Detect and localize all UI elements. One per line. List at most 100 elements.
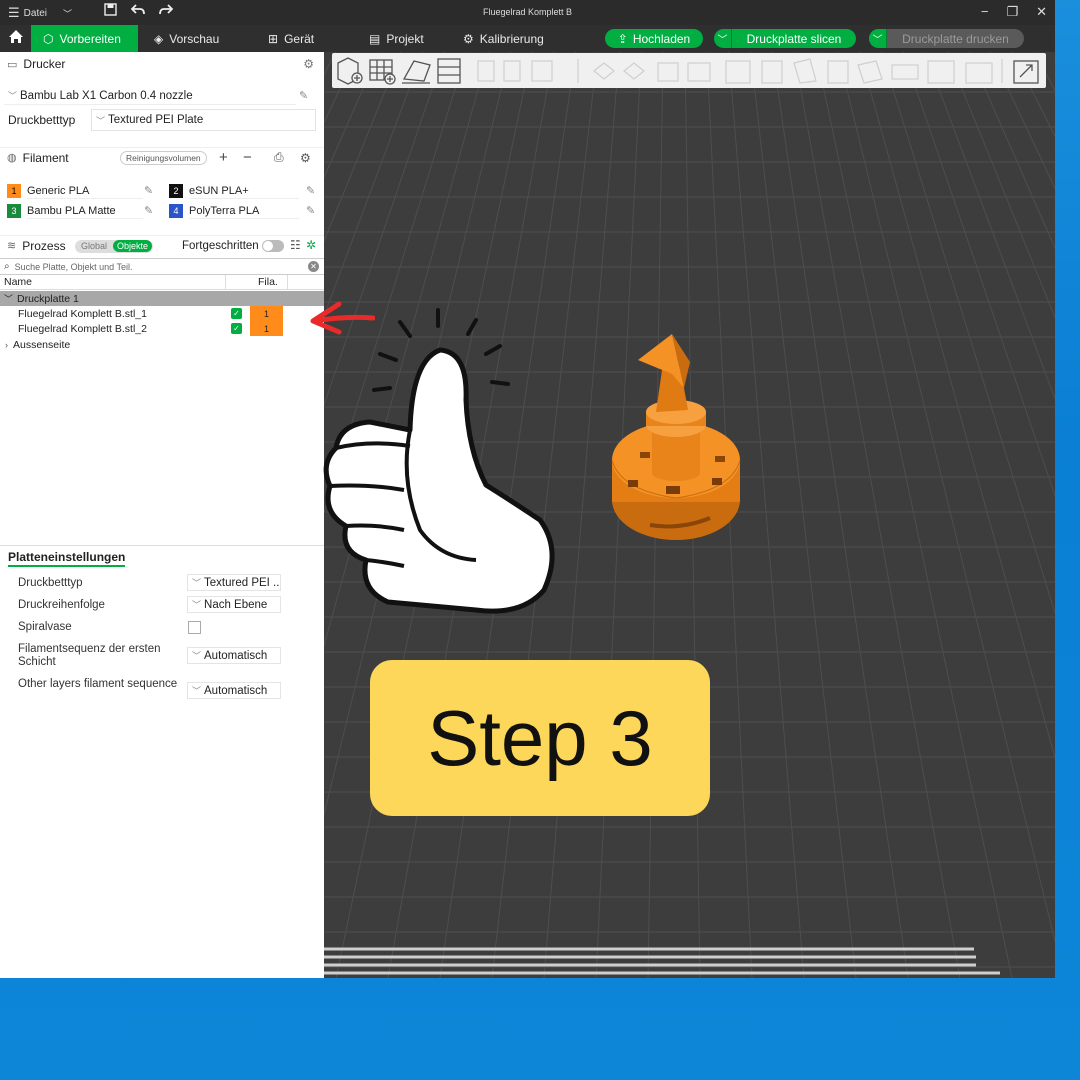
object-filament-chip[interactable]: 1	[250, 306, 283, 321]
home-button[interactable]	[0, 25, 31, 52]
other-layers-sequence-setting[interactable]: ﹀ Automatisch	[187, 682, 281, 699]
process-tune-icon[interactable]: ✲	[306, 238, 316, 252]
filament-number: 2	[169, 184, 183, 198]
chevron-down-icon[interactable]: ﹀	[4, 292, 13, 305]
remove-filament-icon[interactable]: −	[243, 149, 252, 166]
upload-button[interactable]: ⇪ Hochladen	[605, 29, 703, 48]
print-dropdown-icon[interactable]: ﹀	[869, 29, 887, 48]
advanced-label: Fortgeschritten	[182, 239, 259, 252]
first-layer-sequence-setting[interactable]: ﹀ Automatisch	[187, 647, 281, 664]
filament-name: eSUN PLA+	[189, 183, 299, 199]
maximize-icon[interactable]: ❐	[1006, 4, 1018, 20]
tab-calibration-label: Kalibrierung	[479, 31, 544, 46]
tab-preview[interactable]: ◈ Vorschau	[142, 25, 231, 52]
device-icon: ⊞	[268, 31, 279, 46]
printer-settings-icon[interactable]: ⚙	[303, 57, 314, 71]
flush-volume-button[interactable]: Reinigungsvolumen	[120, 151, 207, 165]
window-title: Fluegelrad Komplett B	[482, 7, 573, 17]
edit-filament-icon[interactable]: ✎	[306, 204, 315, 217]
process-icon: ≋	[7, 240, 17, 252]
printer-name: Bambu Lab X1 Carbon 0.4 nozzle	[20, 89, 193, 102]
setting-value: Nach Ebene	[204, 598, 268, 611]
disabled-tools-icon	[477, 58, 1003, 84]
assembly-view-icon[interactable]	[1013, 60, 1039, 84]
bed-type-label: Druckbetttyp	[8, 113, 76, 127]
plate-settings-title[interactable]: Platteneinstellungen	[8, 550, 126, 567]
printer-select[interactable]: ﹀ Bambu Lab X1 Carbon 0.4 nozzle	[4, 87, 296, 105]
tab-project[interactable]: ▤ Projekt	[357, 25, 436, 52]
minimize-icon[interactable]: −	[981, 4, 989, 20]
thumbs-up-illustration	[323, 308, 555, 614]
plate-row[interactable]: ﹀ Druckplatte 1	[0, 291, 324, 306]
chevron-down-icon: ﹀	[192, 600, 202, 610]
filament-item-2[interactable]: 2 eSUN PLA+	[169, 183, 299, 199]
visible-checkbox[interactable]: ✓	[231, 323, 242, 334]
col-name: Name	[4, 276, 33, 288]
print-plate-button[interactable]: ﹀ Druckplatte drucken	[869, 29, 1024, 48]
tab-device-label: Gerät	[284, 31, 315, 46]
object-search[interactable]: ⌕ Suche Platte, Objekt und Teil. ✕	[0, 258, 324, 275]
step-badge: Step 3	[370, 660, 710, 816]
cube-icon: ⬡	[43, 31, 54, 46]
advanced-toggle[interactable]	[262, 240, 284, 252]
object-filament-chip[interactable]: 1	[250, 321, 283, 336]
edit-printer-icon[interactable]: ✎	[299, 89, 308, 102]
viewport-toolbar	[332, 53, 1046, 88]
filament-name: PolyTerra PLA	[189, 203, 299, 219]
edit-filament-icon[interactable]: ✎	[144, 204, 153, 217]
tab-prepare[interactable]: ⬡ Vorbereiten	[31, 25, 138, 52]
step-label: Step 3	[427, 693, 653, 782]
slice-plate-button[interactable]: ﹀ Druckplatte slicen	[714, 29, 856, 48]
filament-name: Bambu PLA Matte	[27, 203, 143, 219]
objects-toggle[interactable]: Objekte	[113, 240, 153, 252]
filament-sync-icon[interactable]: ⎙	[274, 150, 284, 165]
clear-search-icon[interactable]: ✕	[308, 261, 319, 272]
filament-header-label: Filament	[22, 150, 69, 165]
add-plate-icon[interactable]	[369, 59, 396, 85]
auto-orient-icon[interactable]	[402, 60, 431, 84]
tab-calibration[interactable]: ⚙ Kalibrierung	[451, 25, 556, 52]
layers-icon: ◈	[154, 31, 164, 46]
visible-checkbox[interactable]: ✓	[231, 308, 242, 319]
edit-filament-icon[interactable]: ✎	[144, 184, 153, 197]
edit-filament-icon[interactable]: ✎	[306, 184, 315, 197]
setting-label: Spiralvase	[18, 621, 72, 633]
upload-label: Hochladen	[632, 31, 691, 46]
col-filament: Fila.	[258, 276, 278, 288]
tab-device[interactable]: ⊞ Gerät	[256, 25, 326, 52]
add-filament-icon[interactable]: +	[219, 149, 228, 166]
close-icon[interactable]: ✕	[1036, 4, 1047, 20]
object-name: Fluegelrad Komplett B.stl_1	[18, 307, 147, 320]
arrange-icon[interactable]	[437, 58, 461, 84]
upload-icon: ⇪	[617, 31, 628, 46]
global-toggle[interactable]: Global	[81, 241, 107, 251]
print-sequence-setting[interactable]: ﹀ Nach Ebene	[187, 596, 281, 613]
filament-item-1[interactable]: 1 Generic PLA	[7, 183, 143, 199]
3d-model-impeller[interactable]	[600, 330, 750, 545]
object-row[interactable]: Fluegelrad Komplett B.stl_2 ✓ 1	[0, 321, 324, 336]
plate-label: Druckplatte 1	[17, 292, 79, 305]
print-plate-label: Druckplatte drucken	[902, 31, 1009, 46]
chevron-right-icon[interactable]: ›	[5, 340, 8, 350]
add-object-icon[interactable]	[337, 57, 363, 85]
process-list-icon[interactable]: ☷	[290, 238, 301, 252]
tab-prepare-label: Vorbereiten	[59, 31, 121, 46]
printer-header-label: Drucker	[23, 57, 66, 71]
slice-dropdown-icon[interactable]: ﹀	[714, 29, 732, 48]
chevron-down-icon: ﹀	[96, 115, 106, 126]
spiral-vase-checkbox[interactable]	[188, 621, 201, 634]
bed-type-select[interactable]: ﹀ Textured PEI Plate	[91, 109, 316, 131]
chevron-down-icon: ﹀	[8, 91, 18, 101]
object-row[interactable]: Fluegelrad Komplett B.stl_1 ✓ 1	[0, 306, 324, 321]
filament-item-3[interactable]: 3 Bambu PLA Matte	[7, 203, 143, 219]
setting-label: Druckbetttyp	[18, 577, 83, 589]
filament-icon: ◍	[7, 152, 17, 164]
filament-name: Generic PLA	[27, 183, 143, 199]
search-input[interactable]: Suche Platte, Objekt und Teil.	[15, 262, 133, 272]
filament-settings-icon[interactable]: ⚙	[300, 151, 311, 165]
slice-plate-label: Druckplatte slicen	[746, 31, 842, 46]
filament-item-4[interactable]: 4 PolyTerra PLA	[169, 203, 299, 219]
bed-type-setting[interactable]: ﹀ Textured PEI ...	[187, 574, 281, 591]
printer-section-header: ▭ Drucker ⚙	[0, 54, 324, 74]
outer-row[interactable]: › Aussenseite	[0, 337, 324, 352]
